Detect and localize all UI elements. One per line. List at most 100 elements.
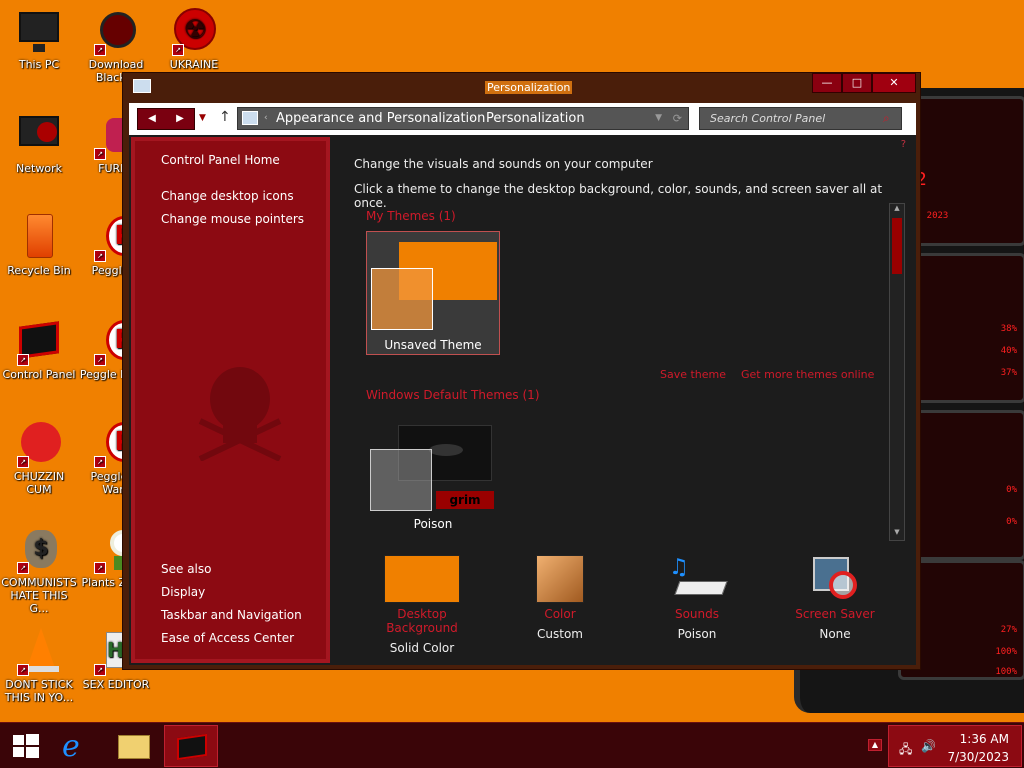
color-swatch-icon — [536, 555, 584, 603]
theme-name: Unsaved Theme — [384, 338, 482, 352]
show-hidden-icons-chevron-icon[interactable]: ▲ — [868, 739, 882, 751]
gadget-stat: 37% — [1000, 368, 1017, 378]
window-title: Personalization — [485, 81, 573, 94]
color-setting[interactable]: Color Custom — [500, 555, 620, 641]
breadcrumb-chevron-icon: › — [470, 113, 474, 123]
get-more-themes-link[interactable]: Get more themes online — [741, 368, 874, 381]
desktop-icon-communists[interactable]: $ ↗ COMMUNISTS HATE THIS G... — [1, 526, 77, 615]
desktop-icon-label: COMMUNISTS HATE THIS G... — [1, 576, 77, 615]
recycle-bin-icon — [15, 214, 63, 262]
sounds-value: Poison — [677, 627, 717, 641]
desktop-icon-this-pc[interactable]: This PC — [1, 8, 77, 71]
scrollbar-thumb[interactable] — [892, 218, 902, 274]
desktop-background-icon — [384, 555, 460, 603]
clock[interactable]: 1:36 AM 7/30/2023 — [947, 730, 1009, 766]
theme-poison[interactable]: grim Poison — [366, 421, 500, 545]
address-bar: ◀ ▶ ▼ ↑ ‹ Appearance and Personalization… — [129, 103, 916, 135]
taskbar-internet-explorer[interactable]: e — [52, 725, 104, 767]
desktop-icon-dont-stick[interactable]: ↗ DONT STICK THIS IN YO... — [1, 628, 77, 704]
radiation-icon: ☢ ↗ — [170, 8, 218, 56]
save-theme-link[interactable]: Save theme — [660, 368, 726, 381]
screen-saver-value: None — [819, 627, 851, 641]
clock-time: 1:36 AM — [959, 732, 1009, 746]
change-mouse-pointers-link[interactable]: Change mouse pointers — [161, 212, 304, 226]
desktop-icon-recycle-bin[interactable]: Recycle Bin — [1, 214, 77, 277]
desktop-icon-network[interactable]: Network — [1, 112, 77, 175]
control-panel-home-link[interactable]: Control Panel Home — [161, 153, 280, 167]
start-button[interactable] — [0, 725, 52, 767]
clock-date: 7/30/2023 — [947, 750, 1009, 764]
desktop-background-value: Solid Color — [389, 641, 455, 655]
color-title: Color — [544, 607, 576, 621]
control-panel-icon — [242, 111, 258, 125]
scroll-down-icon[interactable]: ▼ — [890, 528, 904, 540]
breadcrumb[interactable]: ‹ Appearance and Personalization › Perso… — [237, 107, 689, 130]
sounds-title: Sounds — [674, 607, 720, 621]
gadget-stat: 27% — [1000, 625, 1017, 635]
gadget-stat: 0% — [1006, 485, 1017, 495]
forward-arrow-icon[interactable]: ▶ — [166, 109, 194, 129]
breadcrumb-chevron-icon: ‹ — [264, 113, 268, 123]
vlc-cone-icon: ↗ — [15, 628, 63, 676]
money-bag-icon: $ ↗ — [15, 526, 63, 574]
breadcrumb-appearance[interactable]: Appearance and Personalization — [276, 108, 485, 129]
folder-icon — [118, 735, 150, 759]
theme-preview-front — [370, 449, 432, 511]
control-panel-icon — [177, 733, 207, 761]
sounds-setting[interactable]: ♫ Sounds Poison — [637, 555, 757, 641]
desktop-icon-label: DONT STICK THIS IN YO... — [4, 678, 74, 704]
volume-icon[interactable]: 🔊 — [921, 739, 936, 753]
system-tray: 🖧 🔊 1:36 AM 7/30/2023 — [888, 725, 1022, 767]
gadget-stat: 100% — [995, 667, 1017, 677]
title-bar[interactable]: Personalization — □ ✕ — [123, 73, 920, 101]
address-chevron-icon[interactable]: ▼ — [655, 108, 662, 129]
desktop-icon-chuzzin-cum[interactable]: ↗ CHUZZIN CUM — [1, 420, 77, 496]
theme-unsaved[interactable]: Unsaved Theme — [366, 231, 500, 355]
ease-of-access-link[interactable]: Ease of Access Center — [161, 631, 294, 645]
change-desktop-icons-link[interactable]: Change desktop icons — [161, 189, 294, 203]
minimize-button[interactable]: — — [812, 73, 842, 93]
desktop-icon-control-panel[interactable]: ↗ Control Panel — [1, 318, 77, 381]
desktop-background-title: Desktop Background — [386, 607, 458, 635]
desktop-icon-label: Network — [16, 162, 62, 175]
main-pane: ? Change the visuals and sounds on your … — [334, 135, 914, 665]
skull-watermark-icon — [198, 367, 282, 461]
maximize-button[interactable]: □ — [842, 73, 872, 93]
internet-explorer-icon: e — [62, 729, 80, 764]
refresh-icon[interactable]: ⟳ — [673, 108, 682, 129]
desktop-icon-label: CHUZZIN CUM — [13, 470, 65, 496]
theme-preview-front — [371, 268, 433, 330]
display-link[interactable]: Display — [161, 585, 205, 599]
up-arrow-icon[interactable]: ↑ — [219, 109, 231, 125]
windows-logo-icon — [13, 734, 39, 758]
taskbar-navigation-link[interactable]: Taskbar and Navigation — [161, 608, 302, 622]
see-also-heading: See also — [161, 562, 212, 576]
control-panel-icon — [133, 79, 151, 93]
screen-saver-icon — [811, 555, 859, 603]
desktop-background-setting[interactable]: Desktop Background Solid Color — [362, 555, 482, 655]
search-icon[interactable]: ⌕ — [883, 111, 890, 126]
my-themes-heading: My Themes (1) — [366, 209, 456, 223]
breadcrumb-personalization[interactable]: Personalization — [486, 108, 585, 129]
sounds-icon: ♫ — [667, 555, 728, 603]
help-icon[interactable]: ? — [901, 139, 906, 150]
search-input[interactable]: Search Control Panel — [699, 107, 902, 130]
gadget-stat: 40% — [1000, 346, 1017, 356]
taskbar-file-explorer[interactable] — [108, 725, 160, 767]
page-heading: Change the visuals and sounds on your co… — [354, 157, 653, 171]
gadget-stat: 38% — [1000, 324, 1017, 334]
desktop-icon-label: This PC — [18, 58, 60, 71]
screen-saver-setting[interactable]: Screen Saver None — [775, 555, 895, 641]
recent-pages-chevron-icon[interactable]: ▼ — [199, 113, 206, 123]
red-orb-icon: ↗ — [92, 8, 140, 56]
desktop-icon-ukraine[interactable]: ☢ ↗ UKRAINE — [156, 8, 232, 71]
poison-badge: grim — [436, 491, 494, 509]
taskbar-control-panel-active[interactable] — [164, 725, 218, 767]
network-status-icon[interactable]: 🖧 — [899, 740, 912, 761]
gadget-stat: 100% — [995, 647, 1017, 657]
scroll-up-icon[interactable]: ▲ — [890, 204, 904, 216]
themes-scrollbar[interactable]: ▲ ▼ — [889, 203, 905, 541]
monitor-icon — [15, 8, 63, 56]
close-button[interactable]: ✕ — [872, 73, 916, 93]
back-arrow-icon[interactable]: ◀ — [138, 109, 166, 129]
